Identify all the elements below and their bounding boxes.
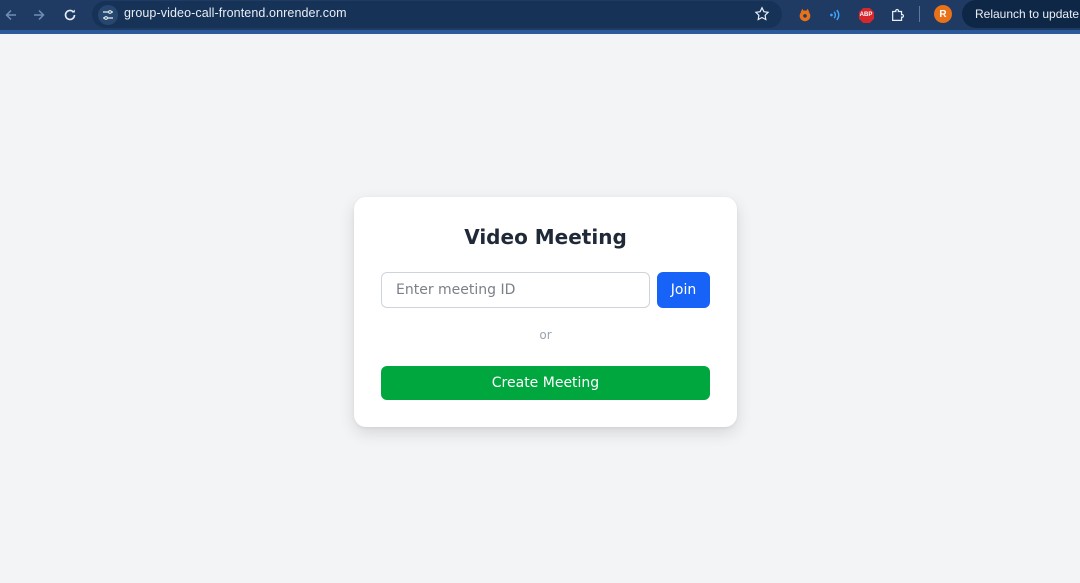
- tune-icon: [103, 10, 113, 20]
- wifi-extension-icon[interactable]: [826, 6, 844, 24]
- bookmark-star-icon[interactable]: [754, 6, 770, 22]
- adblock-plus-icon[interactable]: ABP: [857, 6, 875, 24]
- site-info-button[interactable]: [98, 5, 118, 25]
- address-bar[interactable]: group-video-call-frontend.onrender.com: [92, 1, 782, 28]
- forward-button[interactable]: [28, 4, 50, 26]
- or-divider-text: or: [539, 328, 552, 342]
- url-text[interactable]: group-video-call-frontend.onrender.com: [124, 6, 347, 20]
- meeting-id-input[interactable]: [381, 272, 650, 308]
- reload-icon: [64, 9, 76, 21]
- join-button[interactable]: Join: [657, 272, 710, 308]
- reload-button[interactable]: [59, 4, 81, 26]
- meeting-card: Video Meeting Join or Create Meeting: [354, 197, 737, 427]
- toolbar-separator: [919, 6, 920, 22]
- arrow-right-icon: [34, 9, 45, 21]
- create-meeting-button[interactable]: Create Meeting: [381, 366, 710, 400]
- puzzle-extensions-icon[interactable]: [889, 6, 907, 24]
- profile-avatar[interactable]: R: [934, 5, 952, 23]
- card-title: Video Meeting: [464, 225, 627, 249]
- arrow-left-icon: [5, 9, 16, 21]
- relaunch-button[interactable]: Relaunch to update: [962, 0, 1080, 28]
- back-button[interactable]: [0, 4, 22, 26]
- fox-extension-icon[interactable]: [796, 6, 814, 24]
- adblock-label: ABP: [859, 12, 873, 18]
- browser-toolbar: group-video-call-frontend.onrender.com A…: [0, 0, 1080, 34]
